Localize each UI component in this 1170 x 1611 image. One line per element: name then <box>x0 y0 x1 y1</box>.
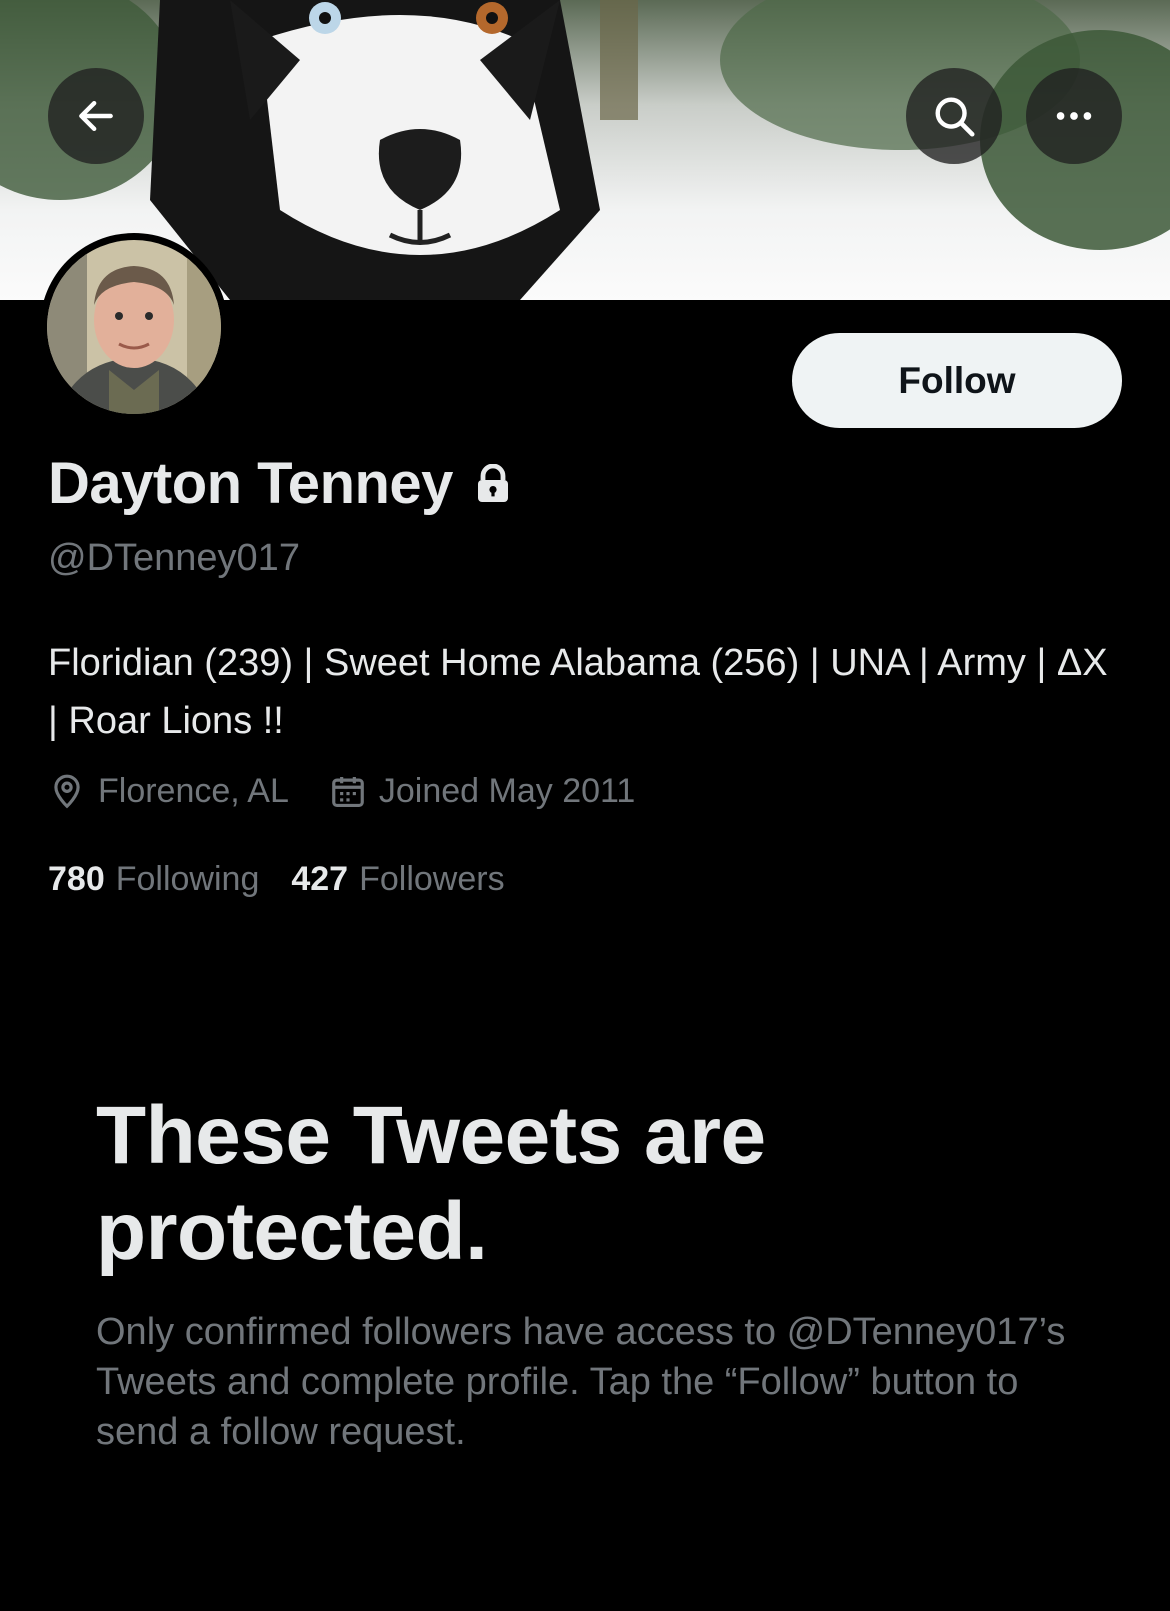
following-count: 780 <box>48 860 105 898</box>
follow-stats: 780 Following 427 Followers <box>48 860 505 899</box>
search-button[interactable] <box>906 68 1002 164</box>
joined-text: Joined May 2011 <box>378 772 636 810</box>
protected-title: These Tweets are protected. <box>96 1090 766 1277</box>
following-label: Following <box>115 860 260 898</box>
more-horizontal-icon <box>1056 112 1092 120</box>
followers-label: Followers <box>359 860 505 898</box>
handle: @DTenney017 <box>48 537 300 579</box>
back-button[interactable] <box>48 68 144 164</box>
arrow-left-icon <box>79 100 113 132</box>
bio: Floridian (239) | Sweet Home Alabama (25… <box>48 642 1108 742</box>
followers-link[interactable]: 427 Followers <box>291 860 504 899</box>
follow-button[interactable]: Follow <box>792 333 1122 428</box>
avatar[interactable] <box>40 233 228 421</box>
calendar-icon <box>329 773 367 811</box>
more-button[interactable] <box>1026 68 1122 164</box>
lock-icon <box>475 463 511 504</box>
following-link[interactable]: 780 Following <box>48 860 259 899</box>
search-icon <box>935 97 975 137</box>
location: Florence, AL <box>48 772 289 811</box>
profile-name-row: Dayton Tenney <box>48 450 511 517</box>
avatar-image <box>47 240 221 414</box>
followers-count: 427 <box>291 860 349 898</box>
location-text: Florence, AL <box>98 772 289 810</box>
joined-date: Joined May 2011 <box>329 772 635 811</box>
display-name: Dayton Tenney <box>48 451 453 516</box>
location-pin-icon <box>48 773 86 811</box>
protected-message: Only confirmed followers have access to … <box>96 1311 1066 1453</box>
profile-meta: Florence, AL Joined May 2011 <box>48 772 635 811</box>
